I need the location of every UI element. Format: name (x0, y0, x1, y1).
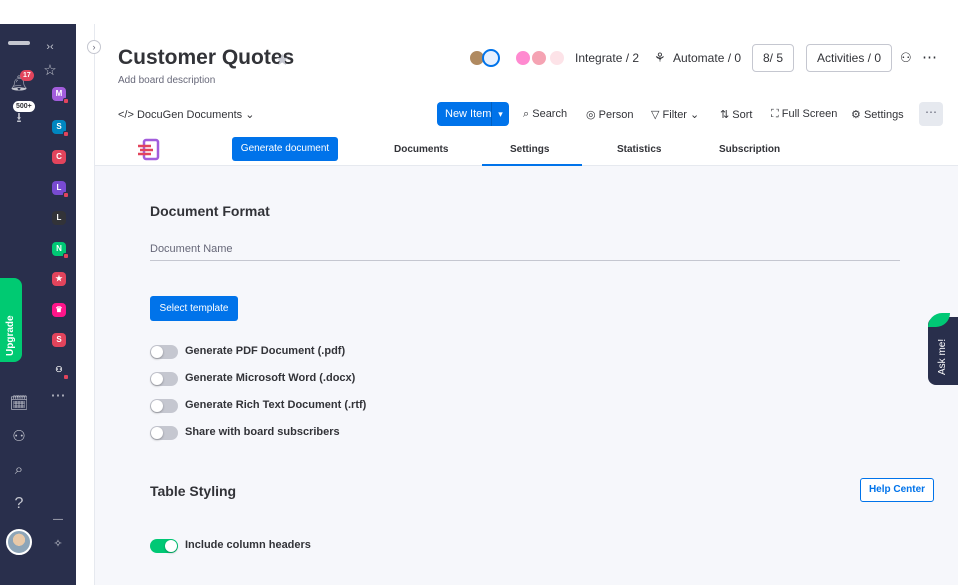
more-workspaces-icon[interactable]: ⋯ (48, 388, 68, 404)
ask-me-button[interactable]: Ask me! (928, 317, 958, 385)
view-tab-label: DocuGen Documents (136, 109, 243, 121)
help-icon[interactable]: ? (9, 496, 29, 512)
lightning-icon[interactable]: ✧ (48, 536, 68, 552)
left-rail: 🔔︎ 17 ⭳ 500+ Upgrade 🗓︎ ⚇ ⌕ ? ›‹ ☆ M S C… (0, 24, 76, 585)
view-more-button[interactable]: ⋯ (919, 102, 943, 126)
workspace-s[interactable]: S (52, 120, 69, 137)
workspace-l[interactable]: L (52, 181, 69, 198)
collapse-rail-icon[interactable]: ›‹ (40, 39, 60, 55)
ask-me-label: Ask me! (937, 338, 948, 375)
docx-label: Generate Microsoft Word (.docx) (185, 372, 356, 384)
settings-button[interactable]: ⚙ Settings (851, 108, 904, 121)
docugen-logo (138, 138, 160, 161)
rail-top-blank (0, 0, 76, 24)
filter-label: Filter (662, 109, 687, 121)
divider: — (53, 514, 63, 525)
expand-icon: ⛶ (771, 108, 779, 120)
settings-label: Settings (863, 109, 904, 121)
gear-icon: ⚙ (851, 109, 861, 121)
document-format-title: Document Format (150, 203, 270, 219)
search-icon: ⌕ (523, 108, 530, 120)
rtf-switch[interactable] (150, 399, 178, 413)
integration-app-icon-2[interactable] (530, 49, 548, 67)
search-icon[interactable]: ⌕ (9, 462, 29, 478)
rtf-label: Generate Rich Text Document (.rtf) (185, 399, 367, 411)
share-icon[interactable]: ⚇ (900, 50, 912, 66)
tab-documents[interactable]: Documents (394, 144, 448, 155)
search-button[interactable]: ⌕ Search (523, 108, 567, 121)
full-screen-button[interactable]: ⛶ Full Screen (771, 108, 837, 121)
notifications-badge: 17 (20, 70, 34, 81)
new-item-button[interactable]: New Item ▾ (437, 102, 509, 126)
favorite-star-icon[interactable]: ★ (275, 50, 289, 70)
help-center-button[interactable]: Help Center (860, 478, 934, 502)
docx-switch[interactable] (150, 372, 178, 386)
workspace-m[interactable]: M (52, 87, 69, 104)
active-tab-indicator (482, 164, 582, 166)
members-button[interactable]: 8/ 5 (752, 44, 795, 72)
workspace-rail: ›‹ ☆ M S C L L N ★ ♛ S ⚇ ⋯ — ✧ (40, 24, 76, 585)
person-label: Person (598, 109, 634, 121)
tab-settings[interactable]: Settings (510, 144, 549, 155)
calendar-icon[interactable]: 🗓︎ (9, 396, 29, 412)
person-icon: ◎ (586, 109, 596, 121)
gmail-icon[interactable] (548, 49, 566, 67)
chevron-down-icon[interactable]: ⌄ (245, 109, 254, 121)
favorites-star-icon[interactable]: ☆ (40, 63, 60, 79)
pdf-switch[interactable] (150, 345, 178, 359)
new-item-dropdown-icon[interactable]: ▾ (491, 102, 509, 126)
inbox-badge: 500+ (12, 100, 36, 113)
view-tab-docugen[interactable]: </> DocuGen Documents ⌄ (118, 108, 254, 121)
new-item-label: New Item (445, 108, 492, 120)
integrate-button[interactable]: Integrate / 2 (575, 51, 639, 65)
filter-button[interactable]: ▽ Filter ⌄ (651, 108, 699, 121)
sort-button[interactable]: ⇅ Sort (720, 108, 752, 121)
board-title[interactable]: Customer Quotes (118, 46, 294, 70)
collapse-sidebar-button[interactable]: › (87, 40, 101, 54)
user-avatar[interactable] (6, 529, 32, 555)
upgrade-button[interactable]: Upgrade (0, 278, 22, 362)
automate-button[interactable]: Automate / 0 (673, 51, 741, 65)
workspace-c[interactable]: C (52, 150, 66, 164)
workspace-n[interactable]: N (52, 242, 69, 259)
more-options-icon[interactable]: ⋯ (922, 48, 937, 66)
filter-chevron-icon[interactable]: ⌄ (690, 109, 699, 121)
monday-logo[interactable] (8, 41, 30, 45)
person-button[interactable]: ◎ Person (586, 108, 634, 121)
tab-statistics[interactable]: Statistics (617, 144, 661, 155)
code-icon: </> (118, 109, 134, 121)
generate-document-button[interactable]: Generate document (232, 137, 338, 161)
sort-label: Sort (732, 109, 753, 121)
invite-members-icon[interactable]: ⚇ (9, 429, 29, 445)
document-name-input[interactable] (150, 237, 900, 261)
upgrade-label: Upgrade (5, 315, 16, 356)
filter-icon: ▽ (651, 109, 660, 121)
integration-icon[interactable] (482, 49, 500, 67)
pdf-label: Generate PDF Document (.pdf) (185, 345, 346, 357)
sort-icon: ⇅ (720, 109, 730, 121)
share-label: Share with board subscribers (185, 426, 340, 438)
include-headers-label: Include column headers (185, 539, 311, 551)
full-screen-label: Full Screen (781, 108, 838, 120)
workspace-bird[interactable]: ★ (52, 272, 66, 286)
main-rail: 🔔︎ 17 ⭳ 500+ Upgrade 🗓︎ ⚇ ⌕ ? (0, 24, 38, 585)
include-headers-switch[interactable] (150, 539, 178, 553)
board-description[interactable]: Add board description (118, 75, 215, 86)
tab-subscription[interactable]: Subscription (719, 144, 780, 155)
table-styling-title: Table Styling (150, 483, 237, 499)
workspace-s2[interactable]: S (52, 333, 66, 347)
workspace-crown[interactable]: ♛ (52, 303, 66, 317)
workspace-people[interactable]: ⚇ (52, 363, 69, 380)
robot-icon: ⚘ (654, 50, 666, 65)
share-switch[interactable] (150, 426, 178, 440)
search-label: Search (532, 108, 568, 120)
activities-button[interactable]: Activities / 0 (806, 44, 893, 72)
select-template-button[interactable]: Select template (150, 296, 238, 321)
workspace-l2[interactable]: L (52, 211, 66, 225)
